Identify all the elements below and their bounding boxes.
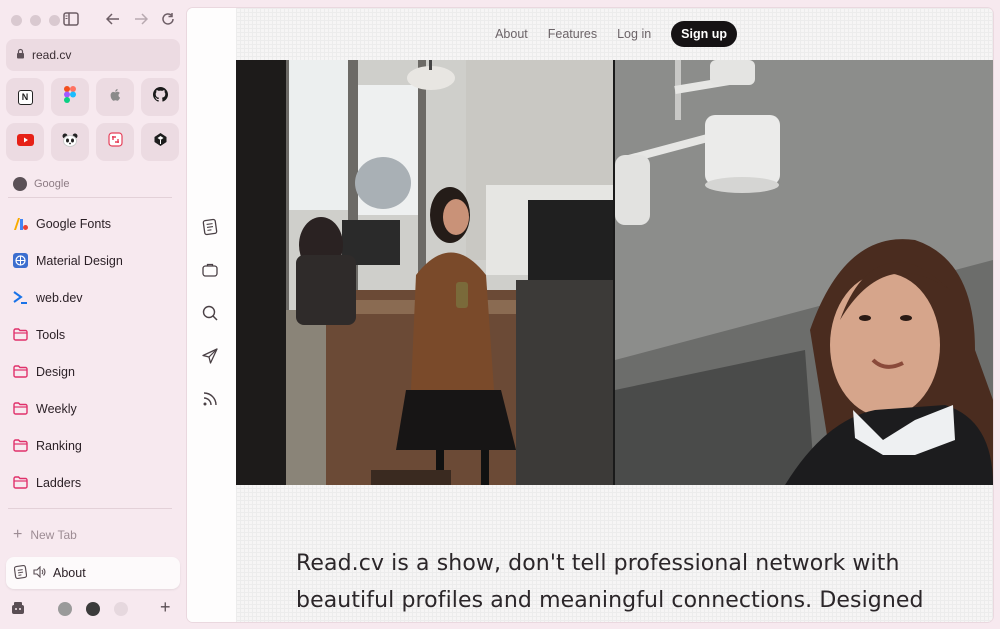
nav-login-link[interactable]: Log in [617,27,651,41]
sidebar-item-tools[interactable]: Tools [6,316,180,353]
profile-page-icon[interactable] [201,218,221,238]
space-dot-icon[interactable] [58,602,72,616]
favorite-apple[interactable] [96,78,134,116]
new-tab-label: New Tab [30,528,77,542]
sidebar-item-label: Google Fonts [36,216,112,231]
sidebar-divider [8,508,172,509]
youtube-icon [16,133,34,151]
window-controls [11,15,60,26]
sidebar-nav: Google Fonts Material Design web.dev Too… [6,205,180,501]
notion-icon: N [17,89,33,105]
space-dot-icon[interactable] [86,602,100,616]
add-space-icon[interactable]: + [160,598,171,616]
folder-icon [13,327,28,342]
tab-about[interactable]: About [6,557,180,589]
site-nav: About Features Log in Sign up [495,21,737,47]
toggle-sidebar-icon[interactable] [62,12,80,30]
favorite-youtube[interactable] [6,123,44,161]
forward-arrow-icon[interactable] [132,12,150,30]
lock-icon [16,48,25,62]
folder-icon [13,401,28,416]
sidebar-item-label: Ladders [36,475,82,490]
apple-icon [109,88,121,107]
favorite-notion[interactable]: N [6,78,44,116]
favorite-panda[interactable] [51,123,89,161]
new-tab-button[interactable]: + New Tab [13,527,77,543]
material-design-icon [13,253,28,268]
send-icon[interactable] [201,347,221,367]
figma-icon [64,86,76,108]
office-photo [236,60,613,485]
sidebar-bottom-bar: + [11,598,177,620]
craft-icon [107,132,123,152]
sidebar-divider [8,197,172,198]
sidebar-item-design[interactable]: Design [6,353,180,390]
sidebar-item-ladders[interactable]: Ladders [6,464,180,501]
sidebar-item-ranking[interactable]: Ranking [6,427,180,464]
section-label: Google [34,178,70,190]
codepen-icon [153,132,168,152]
github-icon [152,87,168,107]
reload-icon[interactable] [159,12,177,30]
site-icon-rail [187,8,236,622]
briefcase-icon[interactable] [201,261,221,281]
sidebar-item-material-design[interactable]: Material Design [6,242,180,279]
sidebar-item-label: Design [36,364,75,379]
folder-icon [13,475,28,490]
favorites-grid: N [6,78,180,161]
google-section-icon [13,177,27,191]
close-window-button[interactable] [11,15,22,26]
portrait-photo [615,60,993,485]
url-text: read.cv [32,48,72,62]
browser-sidebar: read.cv N Google Google Fonts Material D… [0,0,186,629]
favorite-craft[interactable] [96,123,134,161]
nav-features-link[interactable]: Features [548,27,597,41]
page-icon [13,564,28,582]
web-content: About Features Log in Sign up Read.cv is… [187,8,993,622]
signup-button[interactable]: Sign up [671,21,737,47]
speaker-icon[interactable] [33,565,47,581]
sidebar-item-label: Material Design [36,253,123,268]
minimize-window-button[interactable] [30,15,41,26]
photo-divider [613,60,615,485]
sidebar-item-web-dev[interactable]: web.dev [6,279,180,316]
nav-about-link[interactable]: About [495,27,528,41]
folder-icon [13,364,28,379]
back-arrow-icon[interactable] [104,12,122,30]
section-google[interactable]: Google [13,177,69,191]
archive-icon[interactable] [11,601,25,620]
panda-icon [61,132,79,153]
folder-icon [13,438,28,453]
sidebar-item-google-fonts[interactable]: Google Fonts [6,205,180,242]
favorite-github[interactable] [141,78,179,116]
hero-image [236,60,993,485]
tab-label: About [53,566,86,580]
favorite-figma[interactable] [51,78,89,116]
maximize-window-button[interactable] [49,15,60,26]
web-dev-icon [13,290,28,305]
url-bar[interactable]: read.cv [6,39,180,71]
sidebar-item-label: Tools [36,327,66,342]
sidebar-item-label: Weekly [36,401,77,416]
sidebar-item-label: web.dev [36,290,83,305]
hero-tagline: Read.cv is a show, don't tell profession… [296,551,924,613]
rss-icon[interactable] [201,390,221,410]
search-icon[interactable] [201,304,221,324]
favorite-codepen[interactable] [141,123,179,161]
space-dot-icon[interactable] [114,602,128,616]
sidebar-item-weekly[interactable]: Weekly [6,390,180,427]
sidebar-item-label: Ranking [36,438,82,453]
google-fonts-icon [13,216,28,231]
readcv-page: About Features Log in Sign up Read.cv is… [236,8,993,622]
plus-icon: + [13,526,23,543]
